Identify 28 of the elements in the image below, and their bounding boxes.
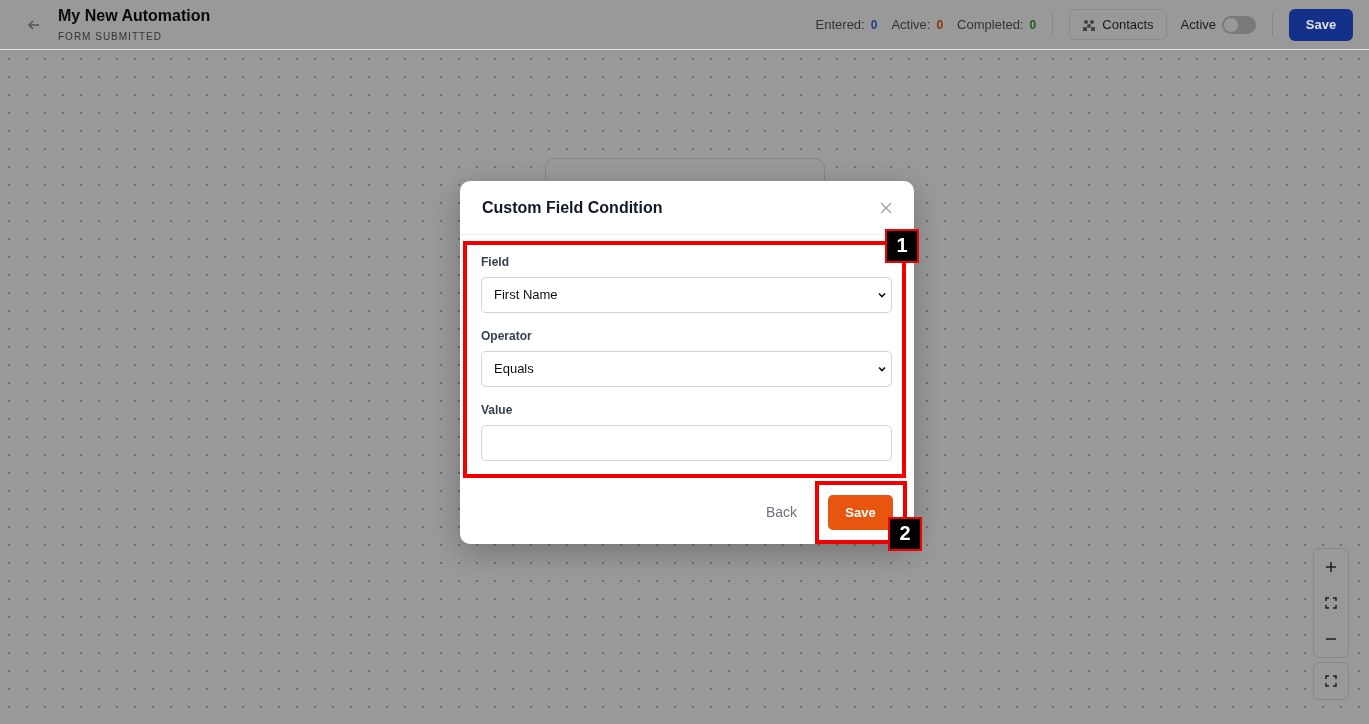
step-badge: 1 bbox=[885, 228, 919, 263]
zoom-in-icon[interactable] bbox=[1325, 561, 1337, 573]
fullscreen-icon[interactable] bbox=[1325, 675, 1337, 687]
field-label: Field bbox=[481, 254, 510, 269]
save-button[interactable]: Save bbox=[1289, 8, 1353, 41]
automation-title: My New Automation bbox=[58, 7, 211, 25]
active-label: Active bbox=[1180, 17, 1216, 32]
stat-label: Completed: bbox=[957, 17, 1024, 32]
trigger-subtitle: FORM SUBMITTED bbox=[58, 31, 163, 42]
contacts-button[interactable]: Contacts bbox=[1069, 9, 1167, 40]
fit-view-icon[interactable] bbox=[1325, 597, 1337, 609]
close-icon[interactable] bbox=[880, 201, 892, 214]
stat-count: 0 bbox=[936, 17, 944, 32]
stat-count: 0 bbox=[870, 17, 878, 32]
step-badge: 2 bbox=[888, 516, 922, 551]
stat-label: Entered: bbox=[815, 17, 865, 32]
select-dropdown[interactable]: Equals bbox=[481, 350, 892, 387]
input-field[interactable] bbox=[481, 424, 892, 461]
people-icon bbox=[1082, 17, 1097, 32]
stat-count: 0 bbox=[1029, 17, 1037, 32]
active-toggle[interactable] bbox=[1222, 15, 1256, 34]
back-button[interactable]: Back bbox=[759, 503, 803, 521]
select-dropdown[interactable]: First Name bbox=[481, 276, 892, 313]
field-label: Operator bbox=[481, 328, 533, 343]
stat-label: Active: bbox=[891, 17, 931, 32]
dialog-title: Custom Field Condition bbox=[482, 198, 663, 217]
save-button[interactable]: Save bbox=[828, 494, 893, 530]
field-label: Value bbox=[481, 402, 514, 417]
